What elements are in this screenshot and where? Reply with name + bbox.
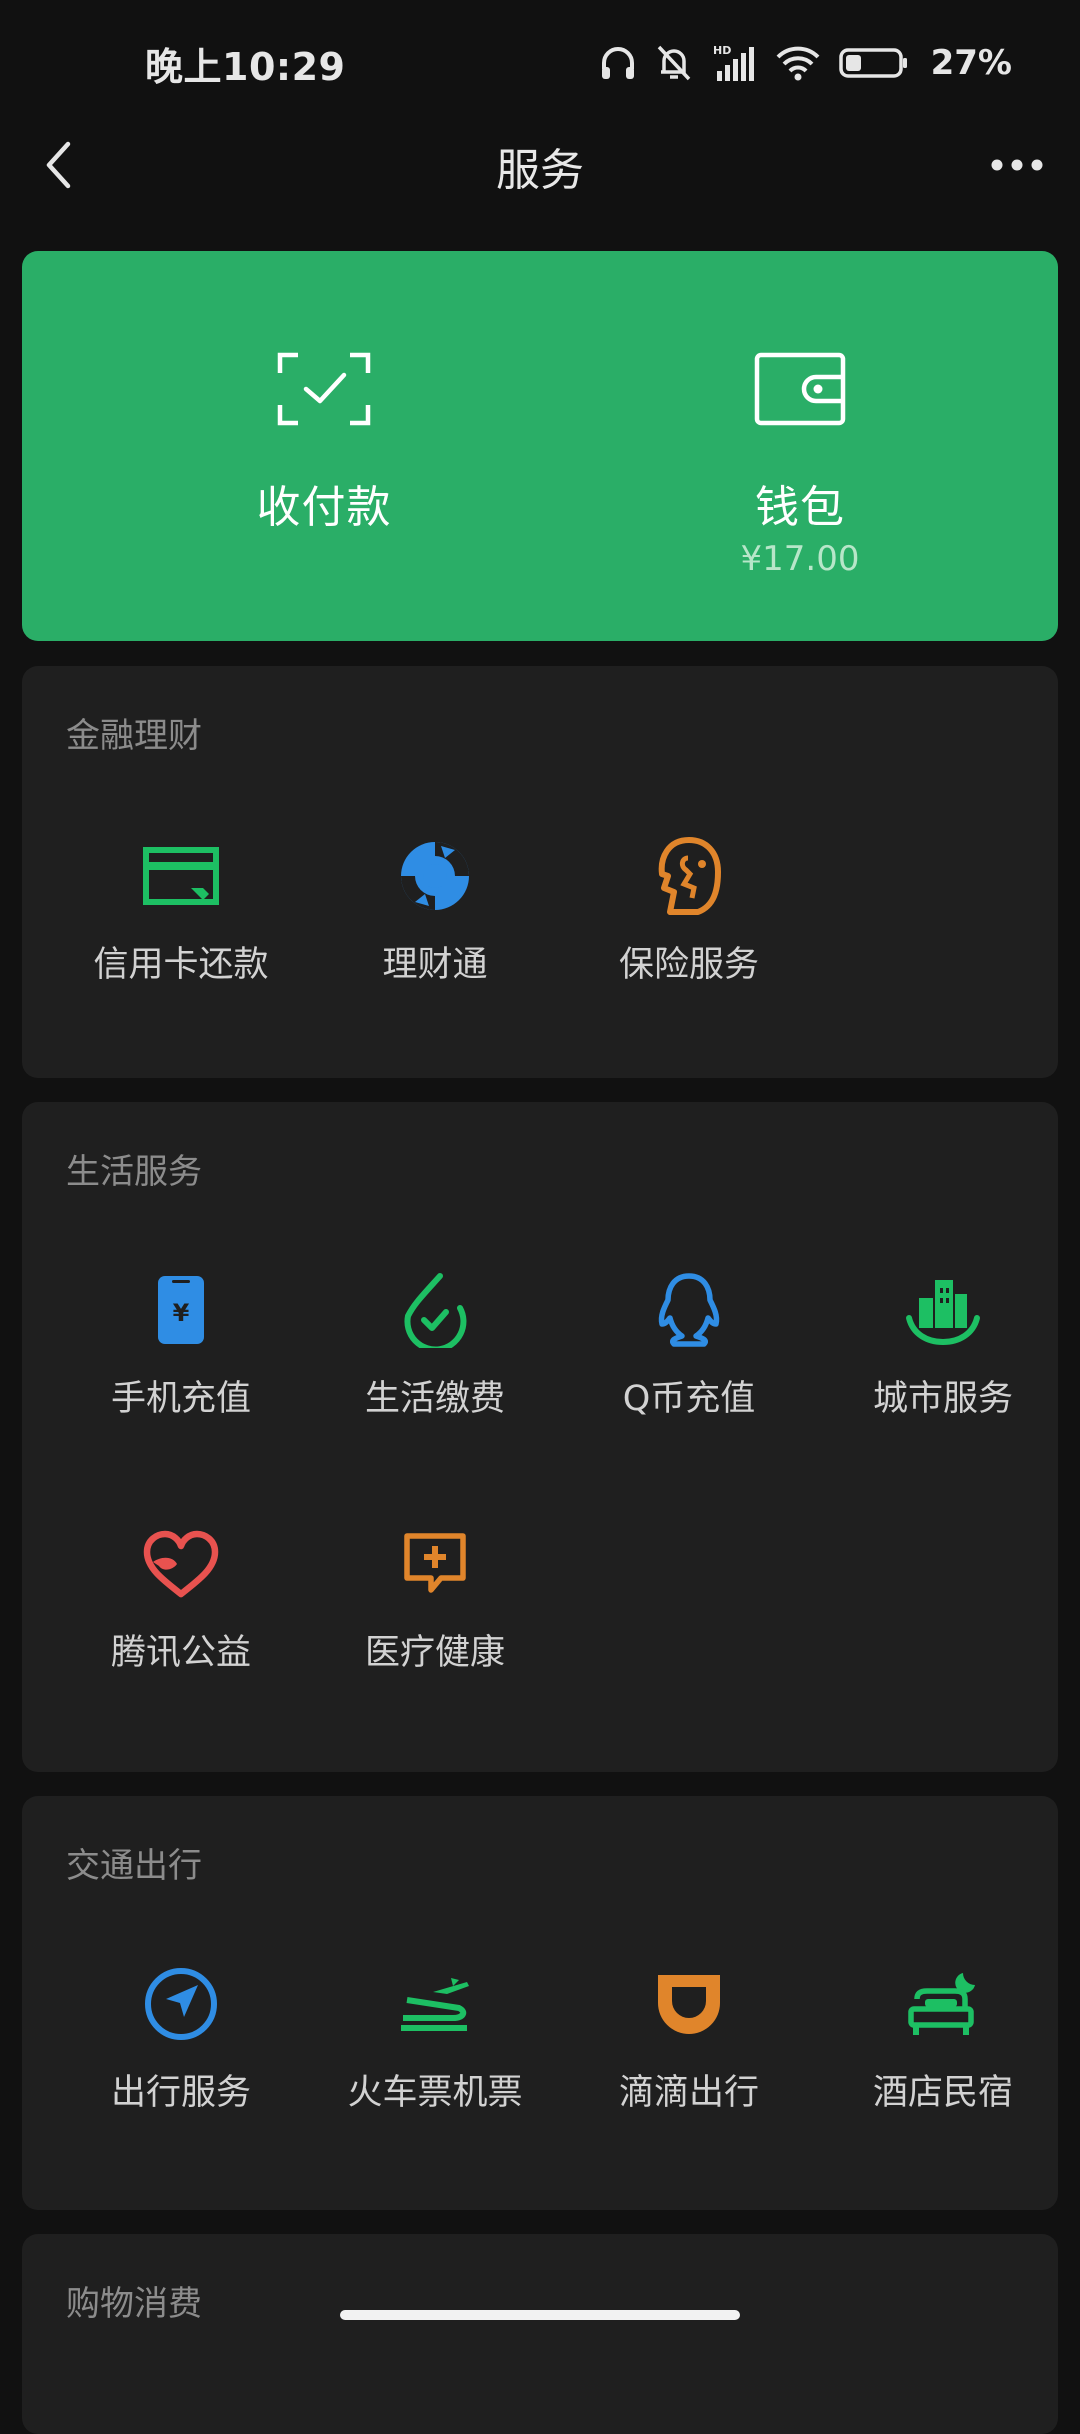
muted-bell-icon: [655, 43, 693, 83]
wealth-label: 理财通: [382, 945, 488, 985]
insurance-item[interactable]: 保险服务: [562, 836, 816, 1006]
train-plane-icon: [395, 1964, 475, 2044]
travel-service-item[interactable]: 出行服务: [54, 1964, 308, 2134]
page-title: 服务: [496, 145, 584, 196]
insurance-icon: [649, 836, 729, 916]
credit-card-icon: [141, 836, 221, 916]
wifi-icon: [775, 43, 821, 83]
city-service-item[interactable]: 城市服务: [816, 1270, 1070, 1440]
wealth-icon: [395, 836, 475, 916]
travel-service-label: 出行服务: [110, 2073, 251, 2113]
didi-icon: [649, 1964, 729, 2044]
wealth-item[interactable]: 理财通: [308, 836, 562, 1006]
medical-icon: [395, 1524, 475, 1604]
utility-payment-icon: [395, 1270, 475, 1350]
status-bar: 晚上10:29 HD 27%: [0, 0, 1080, 120]
life-section-title: 生活服务: [66, 1152, 202, 1192]
transport-section: 交通出行 出行服务 火车票机票 滴滴出行 酒店民宿: [22, 1796, 1058, 2210]
navigation-icon: [141, 1964, 221, 2044]
wallet-button[interactable]: 钱包 ¥17.00: [650, 251, 950, 641]
city-service-icon: [903, 1270, 983, 1350]
train-plane-label: 火车票机票: [347, 2073, 523, 2113]
more-button[interactable]: [982, 130, 1052, 200]
shopping-section-title: 购物消费: [66, 2284, 202, 2324]
pay-receive-button[interactable]: 收付款: [174, 251, 474, 641]
credit-card-repay-item[interactable]: 信用卡还款: [54, 836, 308, 1006]
utility-payment-item[interactable]: 生活缴费: [308, 1270, 562, 1440]
pay-receive-label: 收付款: [256, 482, 392, 533]
qq-coin-label: Q币充值: [622, 1379, 756, 1419]
headphones-icon: [599, 43, 637, 83]
nav-bar: 服务: [0, 120, 1080, 210]
svg-text:¥: ¥: [173, 1299, 190, 1327]
status-time: 晚上10:29: [145, 45, 346, 89]
hotel-label: 酒店民宿: [872, 2073, 1013, 2113]
home-indicator[interactable]: [340, 2310, 740, 2320]
charity-label: 腾讯公益: [110, 1633, 251, 1673]
city-service-label: 城市服务: [872, 1379, 1013, 1419]
pay-wallet-card: 收付款 钱包 ¥17.00: [22, 251, 1058, 641]
wallet-label: 钱包: [755, 482, 845, 533]
credit-card-repay-label: 信用卡还款: [93, 945, 269, 985]
transport-section-title: 交通出行: [66, 1846, 202, 1886]
shopping-section: 购物消费: [22, 2234, 1058, 2434]
phone-recharge-item[interactable]: ¥ 手机充值: [54, 1270, 308, 1440]
charity-heart-icon: [141, 1524, 221, 1604]
battery-percent: 27%: [930, 43, 1012, 83]
medical-health-label: 医疗健康: [364, 1633, 505, 1673]
battery-icon: [838, 43, 909, 83]
status-icons: HD 27%: [599, 38, 1012, 88]
train-plane-item[interactable]: 火车票机票: [308, 1964, 562, 2134]
life-services-section: 生活服务 ¥ 手机充值 生活缴费 Q币充值 城市服务 腾讯公益 医疗健康: [22, 1102, 1058, 1772]
signal-icon: HD: [711, 43, 757, 83]
didi-label: 滴滴出行: [618, 2073, 759, 2113]
finance-section: 金融理财 信用卡还款 理财通 保险服务: [22, 666, 1058, 1078]
didi-item[interactable]: 滴滴出行: [562, 1964, 816, 2134]
wallet-balance: ¥17.00: [740, 539, 860, 579]
more-dots-icon: [991, 159, 1043, 171]
wallet-icon: [754, 351, 846, 431]
qq-coin-item[interactable]: Q币充值: [562, 1270, 816, 1440]
finance-section-title: 金融理财: [66, 716, 202, 756]
phone-recharge-icon: ¥: [141, 1270, 221, 1350]
hotel-item[interactable]: 酒店民宿: [816, 1964, 1070, 2134]
scan-pay-icon: [276, 351, 372, 431]
utility-payment-label: 生活缴费: [364, 1379, 505, 1419]
qq-coin-icon: [649, 1270, 729, 1350]
medical-health-item[interactable]: 医疗健康: [308, 1524, 562, 1694]
hd-badge: HD: [713, 44, 731, 57]
hotel-bed-icon: [903, 1964, 983, 2044]
charity-item[interactable]: 腾讯公益: [54, 1524, 308, 1694]
phone-recharge-label: 手机充值: [110, 1379, 251, 1419]
insurance-label: 保险服务: [618, 945, 759, 985]
